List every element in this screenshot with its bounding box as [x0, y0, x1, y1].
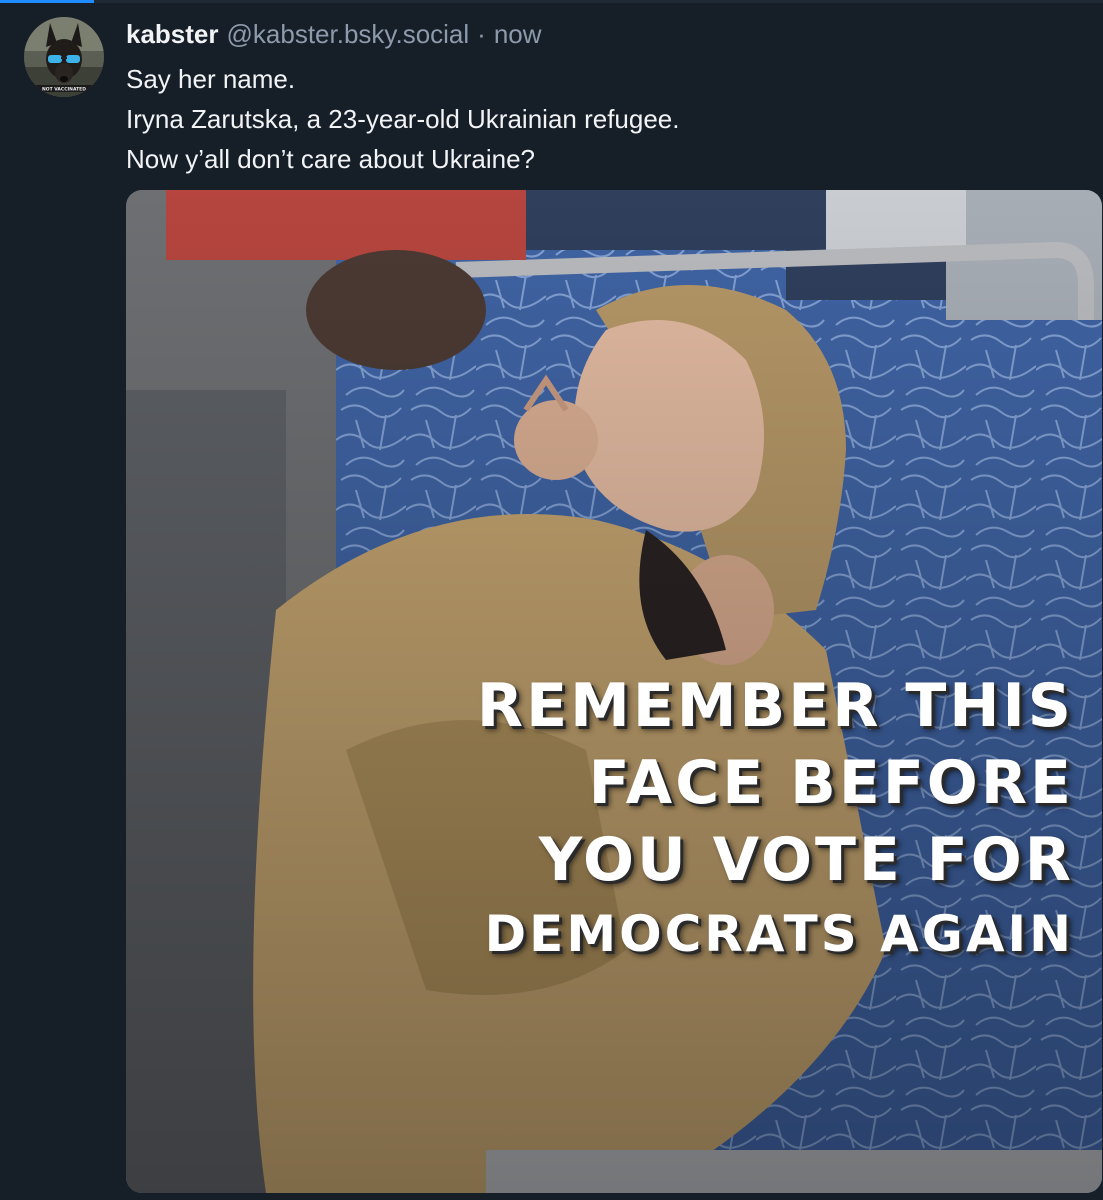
feed-post[interactable]: NOT VACCINATED kabster @kabster.bsky.soc…	[0, 3, 1103, 1200]
caption-line: YOU VOTE FOR	[538, 825, 1074, 895]
avatar[interactable]: NOT VACCINATED	[24, 17, 104, 97]
post-timestamp[interactable]: now	[494, 17, 542, 51]
doberman-avatar-icon: NOT VACCINATED	[24, 17, 104, 97]
image-caption: REMEMBER THIS FACE BEFORE YOU VOTE FOR D…	[126, 668, 1074, 969]
author-display-name[interactable]: kabster	[126, 17, 219, 51]
post-text: Say her name. Iryna Zarutska, a 23-year-…	[126, 59, 1076, 179]
post-text-line: Now y’all don’t care about Ukraine?	[126, 144, 535, 174]
post-image[interactable]: REMEMBER THIS FACE BEFORE YOU VOTE FOR D…	[126, 190, 1102, 1193]
author-handle[interactable]: @kabster.bsky.social	[227, 17, 470, 51]
app-window: NOT VACCINATED kabster @kabster.bsky.soc…	[0, 0, 1103, 1200]
caption-line: REMEMBER THIS	[476, 671, 1074, 741]
caption-line: DEMOCRATS AGAIN	[484, 905, 1074, 963]
post-text-line: Iryna Zarutska, a 23-year-old Ukrainian …	[126, 104, 680, 134]
header-separator: ·	[477, 19, 486, 49]
post-text-line: Say her name.	[126, 64, 296, 94]
avatar-caption: NOT VACCINATED	[42, 87, 86, 93]
post-header: kabster @kabster.bsky.social · now	[126, 17, 542, 51]
caption-line: FACE BEFORE	[588, 748, 1074, 818]
